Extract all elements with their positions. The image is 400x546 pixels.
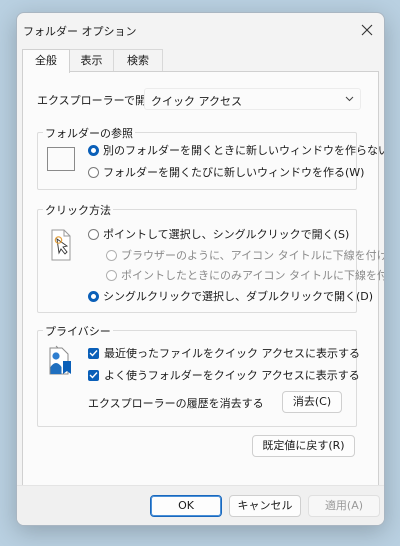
- window-icon: [47, 147, 75, 174]
- apply-button[interactable]: 適用(A): [308, 495, 380, 517]
- privacy-group: プライバシー 最近使ったファイルをクイック アクセスに表示する よく使うフォルダ…: [37, 323, 360, 427]
- radio-underline-browser[interactable]: ブラウザーのように、アイコン タイトルに下線を付ける(B): [106, 247, 385, 263]
- radio-new-window[interactable]: フォルダーを開くたびに新しいウィンドウを作る(W): [88, 164, 364, 180]
- radio-underline-hover[interactable]: ポイントしたときにのみアイコン タイトルに下線を付ける(: [106, 267, 385, 283]
- tab-view[interactable]: 表示: [68, 49, 115, 72]
- radio-new-window-label: フォルダーを開くたびに新しいウィンドウを作る(W): [103, 166, 365, 179]
- radio-indicator: [88, 228, 99, 240]
- radio-indicator-disabled: [106, 269, 117, 281]
- browse-folders-title: フォルダーの参照: [43, 125, 135, 141]
- title-bar: フォルダー オプション: [17, 13, 384, 47]
- radio-double-click[interactable]: シングルクリックで選択し、ダブルクリックで開く(D): [88, 288, 373, 304]
- ok-button[interactable]: OK: [150, 495, 222, 517]
- general-tab-panel: エクスプローラーで開く: クイック アクセス フォルダーの参照 別のフォルダーを…: [22, 71, 384, 486]
- window-title: フォルダー オプション: [23, 25, 137, 38]
- checkbox-recent-files-label: 最近使ったファイルをクイック アクセスに表示する: [104, 347, 360, 360]
- explorer-open-value: クイック アクセス: [151, 95, 242, 108]
- checkbox-frequent-folders[interactable]: よく使うフォルダーをクイック アクセスに表示する: [88, 367, 360, 383]
- checkmark-icon: [88, 347, 99, 359]
- clear-history-button[interactable]: 消去(C): [282, 391, 342, 413]
- radio-single-click[interactable]: ポイントして選択し、シングルクリックで開く(S): [88, 226, 349, 242]
- radio-double-click-label: シングルクリックで選択し、ダブルクリックで開く(D): [103, 290, 374, 303]
- clear-history-label: エクスプローラーの履歴を消去する: [88, 397, 264, 410]
- tab-general[interactable]: 全般: [22, 49, 70, 73]
- close-button[interactable]: [354, 17, 380, 43]
- cancel-button[interactable]: キャンセル: [229, 495, 301, 517]
- click-method-title: クリック方法: [43, 202, 113, 218]
- radio-indicator-selected: [88, 290, 99, 302]
- close-icon: [361, 24, 373, 36]
- radio-underline-hover-label: ポイントしたときにのみアイコン タイトルに下線を付ける(: [121, 269, 385, 282]
- radio-single-click-label: ポイントして選択し、シングルクリックで開く(S): [103, 228, 350, 241]
- dialog-footer: OK キャンセル 適用(A): [17, 485, 384, 525]
- checkmark-icon: [88, 369, 99, 381]
- restore-defaults-button[interactable]: 既定値に戻す(R): [252, 435, 355, 457]
- radio-indicator-selected: [88, 144, 99, 156]
- privacy-document-icon: [47, 345, 75, 378]
- folder-options-dialog: フォルダー オプション 全般 表示 検索 エクスプローラーで開く: クイック ア…: [16, 12, 385, 526]
- explorer-open-label: エクスプローラーで開く:: [37, 94, 161, 107]
- click-pointer-icon: [50, 229, 72, 264]
- chevron-down-icon: [345, 96, 354, 102]
- browse-folders-group: フォルダーの参照 別のフォルダーを開くときに新しいウィンドウを作らない(M) フ…: [37, 125, 384, 190]
- radio-same-window-label: 別のフォルダーを開くときに新しいウィンドウを作らない(M): [103, 144, 385, 157]
- radio-indicator-disabled: [106, 249, 117, 261]
- tab-search[interactable]: 検索: [113, 49, 163, 72]
- click-method-group: クリック方法 ポイントして選択し、シングルクリックで開く(S) ブラウザーのよう…: [37, 202, 384, 313]
- explorer-open-dropdown[interactable]: クイック アクセス: [144, 88, 361, 110]
- radio-indicator: [88, 166, 99, 178]
- privacy-title: プライバシー: [43, 323, 113, 339]
- radio-underline-browser-label: ブラウザーのように、アイコン タイトルに下線を付ける(B): [121, 249, 385, 262]
- radio-same-window[interactable]: 別のフォルダーを開くときに新しいウィンドウを作らない(M): [88, 142, 385, 158]
- checkbox-recent-files[interactable]: 最近使ったファイルをクイック アクセスに表示する: [88, 345, 360, 361]
- checkbox-frequent-folders-label: よく使うフォルダーをクイック アクセスに表示する: [104, 369, 360, 382]
